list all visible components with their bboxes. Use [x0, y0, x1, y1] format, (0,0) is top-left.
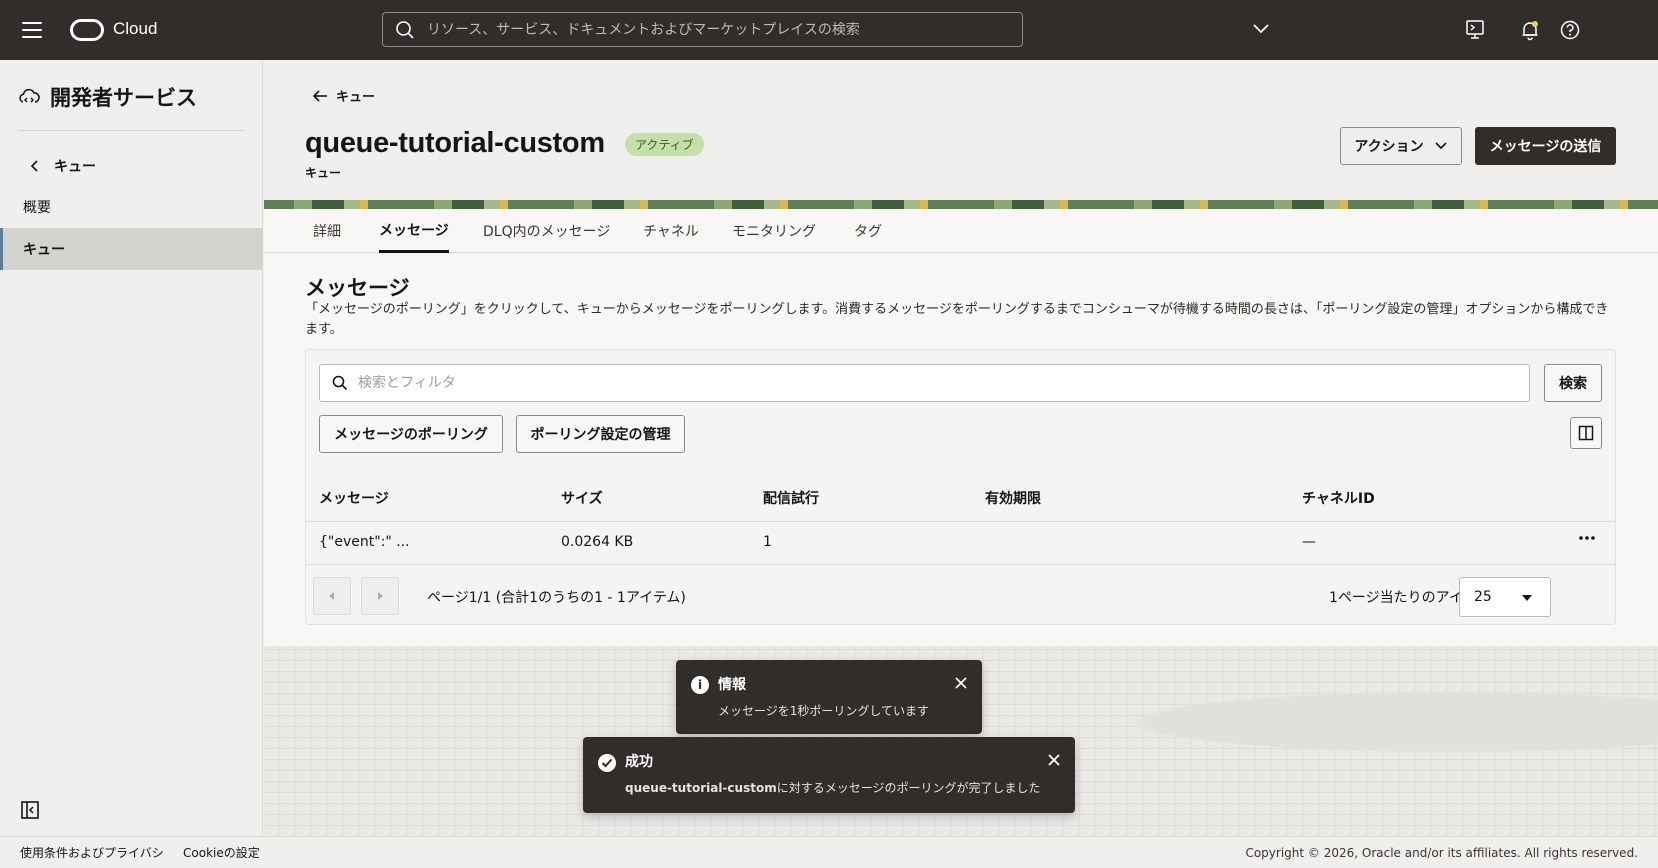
developer-services-icon [19, 88, 40, 103]
tab-channels[interactable]: チャネル [643, 209, 699, 253]
copyright-text: Copyright © 2026, Oracle and/or its affi… [1245, 845, 1638, 860]
actions-menu-button[interactable]: アクション [1340, 127, 1462, 165]
back-link-label: キュー [336, 90, 376, 105]
success-toast-queue-name: queue-tutorial-custom [625, 781, 777, 795]
tab-monitoring[interactable]: モニタリング [732, 209, 816, 253]
column-settings-button[interactable] [1570, 417, 1602, 449]
column-header-channel-id[interactable]: チャネルID [1302, 488, 1375, 508]
caret-down-icon [1522, 595, 1532, 601]
column-header-delivery-attempts[interactable]: 配信試行 [763, 488, 819, 508]
caret-right-icon [378, 592, 383, 600]
chevron-down-icon [1435, 142, 1447, 150]
chevron-down-icon[interactable] [1252, 22, 1270, 36]
sidebar: 開発者サービス キュー 概要 キュー [0, 60, 263, 836]
previous-page-button[interactable] [313, 577, 351, 615]
cookie-settings-link[interactable]: Cookieの設定 [183, 844, 260, 861]
tab-messages[interactable]: メッセージ [379, 209, 449, 253]
sidebar-item-queues[interactable]: キュー [0, 228, 263, 270]
sidebar-back-link[interactable]: キュー [30, 156, 96, 176]
search-button[interactable]: 検索 [1544, 364, 1602, 402]
tab-bar: 詳細 メッセージ DLQ内のメッセージ チャネル モニタリング タグ [264, 209, 1658, 253]
search-icon [332, 375, 348, 391]
info-toast: i 情報 メッセージを1秒ポーリングしています [676, 660, 982, 734]
cell-delivery-attempts: 1 [763, 534, 772, 550]
messages-section: メッセージ 「メッセージのポーリング」をクリックして、キューからメッセージをポー… [264, 254, 1658, 646]
success-toast-title: 成功 [625, 754, 653, 770]
success-toast-message: queue-tutorial-customに対するメッセージのポーリングが完了し… [625, 779, 1040, 796]
search-filter-field[interactable] [319, 364, 1530, 402]
actions-label: アクション [1354, 139, 1424, 155]
oracle-logo-icon[interactable] [70, 19, 104, 41]
column-header-size[interactable]: サイズ [561, 488, 603, 508]
sidebar-back-label: キュー [54, 159, 96, 175]
tab-details[interactable]: 詳細 [313, 209, 341, 253]
success-toast-message-text: に対するメッセージのポーリングが完了しました [776, 781, 1041, 795]
messages-table-panel: 検索 メッセージのポーリング ポーリング設定の管理 メッセージ サイズ 配信試行… [305, 349, 1616, 625]
status-badge: アクティブ [625, 133, 704, 156]
global-search[interactable] [382, 12, 1023, 47]
close-icon[interactable] [954, 676, 968, 690]
help-icon[interactable] [1558, 18, 1582, 42]
table-header-divider [306, 521, 1615, 522]
info-toast-title: 情報 [718, 677, 746, 693]
close-icon[interactable] [1047, 753, 1061, 767]
header-banner [264, 200, 1658, 209]
search-filter-input[interactable] [358, 375, 1508, 391]
more-options-icon [1579, 536, 1595, 540]
cloud-shell-icon[interactable] [1463, 18, 1487, 42]
footer: 使用条件およびプライバシ Cookieの設定 Copyright © 2026,… [0, 836, 1658, 868]
sidebar-item-overview[interactable]: 概要 [0, 186, 263, 228]
cell-message[interactable]: {"event":" ... [319, 534, 410, 550]
success-toast: 成功 queue-tutorial-customに対するメッセージのポーリングが… [583, 737, 1075, 813]
caret-left-icon [329, 592, 334, 600]
tab-dlq-messages[interactable]: DLQ内のメッセージ [483, 209, 610, 253]
column-header-message[interactable]: メッセージ [319, 488, 389, 508]
sidebar-title: 開発者サービス [50, 86, 197, 110]
pagination-summary: ページ1/1 (合計1のうちの1 - 1アイテム) [427, 590, 686, 606]
cell-size: 0.0264 KB [561, 534, 634, 550]
search-icon [396, 20, 414, 39]
checkmark-icon [598, 754, 616, 772]
info-toast-message: メッセージを1秒ポーリングしています [718, 704, 930, 718]
items-per-page-select[interactable]: 25 [1459, 577, 1551, 617]
column-header-expiration[interactable]: 有効期限 [985, 488, 1041, 508]
menu-icon[interactable] [22, 22, 42, 38]
terms-privacy-link[interactable]: 使用条件およびプライバシ [20, 844, 164, 861]
poll-messages-button[interactable]: メッセージのポーリング [319, 415, 503, 453]
info-icon: i [691, 676, 709, 694]
page-title: queue-tutorial-custom [305, 127, 605, 159]
sidebar-divider [18, 130, 245, 131]
cell-channel-id: — [1302, 534, 1316, 550]
chevron-left-icon [30, 160, 38, 172]
brand-label[interactable]: Cloud [113, 19, 157, 39]
notification-bell-icon[interactable] [1518, 18, 1542, 42]
page-subtitle: キュー [305, 166, 342, 180]
arrow-left-icon [312, 89, 327, 102]
section-title: メッセージ [305, 276, 410, 300]
columns-icon [1578, 425, 1594, 441]
items-per-page-value: 25 [1474, 589, 1492, 605]
global-search-input[interactable] [427, 21, 987, 38]
next-page-button[interactable] [361, 577, 399, 615]
manage-poll-settings-button[interactable]: ポーリング設定の管理 [516, 415, 685, 453]
send-message-button[interactable]: メッセージの送信 [1475, 127, 1616, 165]
top-bar: Cloud [0, 0, 1658, 60]
collapse-sidebar-icon[interactable] [20, 800, 40, 820]
sidebar-header: 開発者サービス [18, 82, 197, 112]
tab-tags[interactable]: タグ [854, 209, 882, 253]
row-actions-button[interactable] [1575, 526, 1599, 550]
table-row-divider [306, 564, 1615, 565]
back-to-queues-link[interactable]: キュー [312, 86, 375, 105]
section-description: 「メッセージのポーリング」をクリックして、キューからメッセージをポーリングします… [305, 302, 1609, 337]
